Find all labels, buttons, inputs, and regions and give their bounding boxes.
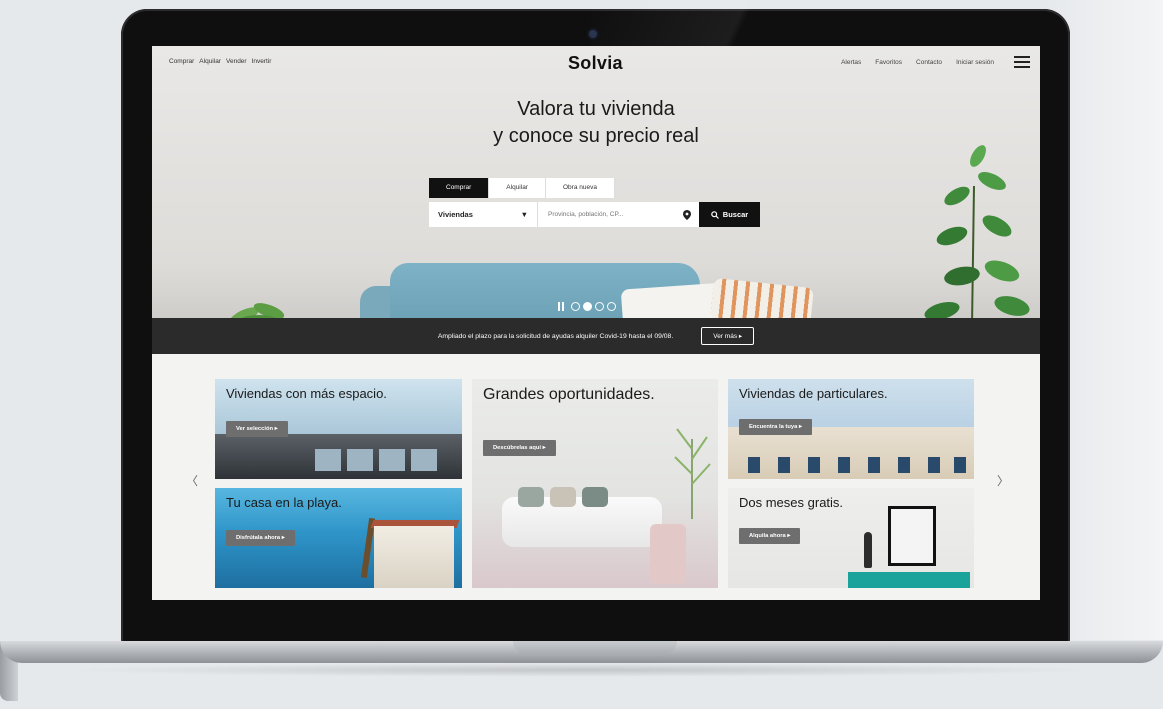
card-button-label: Ver selección <box>236 426 274 432</box>
property-type-value: Viviendas <box>438 210 473 219</box>
carousel-dot-1[interactable] <box>571 302 580 311</box>
search-icon <box>710 210 719 219</box>
nav-comprar[interactable]: Comprar <box>169 58 194 65</box>
card-dos-meses-gratis[interactable]: Dos meses gratis. Alquila ahora ▸ <box>728 488 974 588</box>
descubrelas-button[interactable]: Descúbrelas aquí ▸ <box>483 440 556 456</box>
card-grandes-oportunidades[interactable]: Grandes oportunidades. Descúbrelas aquí … <box>472 379 718 588</box>
hero-title-line2: y conoce su precio real <box>493 125 699 147</box>
ver-mas-label: Ver más <box>713 333 738 340</box>
carousel-controls <box>558 302 616 311</box>
nav-login[interactable]: Iniciar sesión <box>956 59 994 66</box>
ver-mas-button[interactable]: Ver más ▸ <box>701 327 755 345</box>
nav-alquilar[interactable]: Alquilar <box>199 58 221 65</box>
cushion-striped <box>710 277 814 318</box>
alquila-button[interactable]: Alquila ahora ▸ <box>739 528 801 544</box>
hero-title-line1: Valora tu vivienda <box>517 98 675 120</box>
tab-alquilar[interactable]: Alquilar <box>489 178 546 198</box>
side-table-image <box>650 524 686 584</box>
carousel-dot-3[interactable] <box>595 302 604 311</box>
disfrutala-button[interactable]: Disfrútala ahora ▸ <box>226 530 295 546</box>
banner-text: Ampliado el plazo para la solicitud de a… <box>437 332 674 340</box>
laptop-shadow <box>60 663 1103 677</box>
logo[interactable]: Solvia <box>568 53 623 74</box>
card-button-label: Encuentra la tuya <box>749 424 798 430</box>
nav-vender[interactable]: Vender <box>226 58 247 65</box>
tab-comprar[interactable]: Comprar <box>429 178 490 198</box>
cushion <box>582 487 608 507</box>
carousel-next-icon[interactable]: 〉 <box>997 472 1009 489</box>
nav-favoritos[interactable]: Favoritos <box>875 59 902 66</box>
search-tabs: Comprar Alquilar Obra nueva <box>429 178 615 198</box>
teal-cabinet-image <box>848 572 970 588</box>
villa-image <box>374 526 454 588</box>
house-image <box>215 434 462 479</box>
tab-obra-nueva[interactable]: Obra nueva <box>545 178 615 198</box>
announcement-banner: Ampliado el plazo para la solicitud de a… <box>152 318 1040 354</box>
card-viviendas-particulares[interactable]: Viviendas de particulares. Encuentra la … <box>728 379 974 479</box>
hero-section: Comprar Alquilar Vender Invertir Solvia … <box>152 46 1040 318</box>
encuentra-button[interactable]: Encuentra la tuya ▸ <box>739 419 812 435</box>
location-pin-icon <box>683 209 691 220</box>
cushion <box>518 487 544 507</box>
website-screen: Comprar Alquilar Vender Invertir Solvia … <box>152 46 1040 600</box>
nav-alertas[interactable]: Alertas <box>841 59 861 66</box>
card-title: Viviendas con más espacio. <box>226 386 387 401</box>
menu-icon[interactable] <box>1014 56 1030 68</box>
location-input[interactable] <box>546 210 660 219</box>
search-button-label: Buscar <box>722 210 749 219</box>
nav-invertir[interactable]: Invertir <box>252 58 272 65</box>
carousel-dot-4[interactable] <box>607 302 616 311</box>
plant-small-image <box>229 303 285 318</box>
card-title: Dos meses gratis. <box>739 495 844 510</box>
picture-frame-image <box>888 506 936 566</box>
pause-icon[interactable] <box>558 302 565 311</box>
card-button-label: Alquila ahora <box>749 533 786 539</box>
property-type-select[interactable]: Viviendas ▼ <box>429 202 538 227</box>
search-bar: Viviendas ▼ Buscar <box>429 202 760 227</box>
user-nav: Alertas Favoritos Contacto Iniciar sesió… <box>841 59 994 66</box>
plant-image <box>924 145 1030 318</box>
card-button-label: Descúbrelas aquí <box>493 445 542 451</box>
search-button[interactable]: Buscar <box>699 202 760 227</box>
card-casa-playa[interactable]: Tu casa en la playa. Disfrútala ahora ▸ <box>215 488 462 588</box>
plant-image <box>674 428 711 519</box>
logo-text: Solvia <box>568 53 623 73</box>
caret-down-icon: ▼ <box>520 210 528 219</box>
card-button-label: Disfrútala ahora <box>236 535 281 541</box>
cushion <box>550 487 576 507</box>
ver-seleccion-button[interactable]: Ver selección ▸ <box>226 421 288 437</box>
vase-image <box>864 532 872 568</box>
nav-contacto[interactable]: Contacto <box>916 59 942 66</box>
location-field <box>538 202 699 227</box>
carousel-prev-icon[interactable]: 〈 <box>186 472 198 489</box>
card-title: Grandes oportunidades. <box>483 386 655 403</box>
promo-cards-section: 〈 〉 Viviendas con más espacio. Ver selec… <box>152 354 1040 600</box>
main-nav: Comprar Alquilar Vender Invertir <box>169 58 271 65</box>
card-viviendas-espacio[interactable]: Viviendas con más espacio. Ver selección… <box>215 379 462 479</box>
webcam <box>589 30 597 38</box>
card-title: Viviendas de particulares. <box>739 386 888 401</box>
carousel-dot-2[interactable] <box>583 302 592 311</box>
card-title: Tu casa en la playa. <box>226 495 342 510</box>
laptop-notch <box>513 641 677 654</box>
